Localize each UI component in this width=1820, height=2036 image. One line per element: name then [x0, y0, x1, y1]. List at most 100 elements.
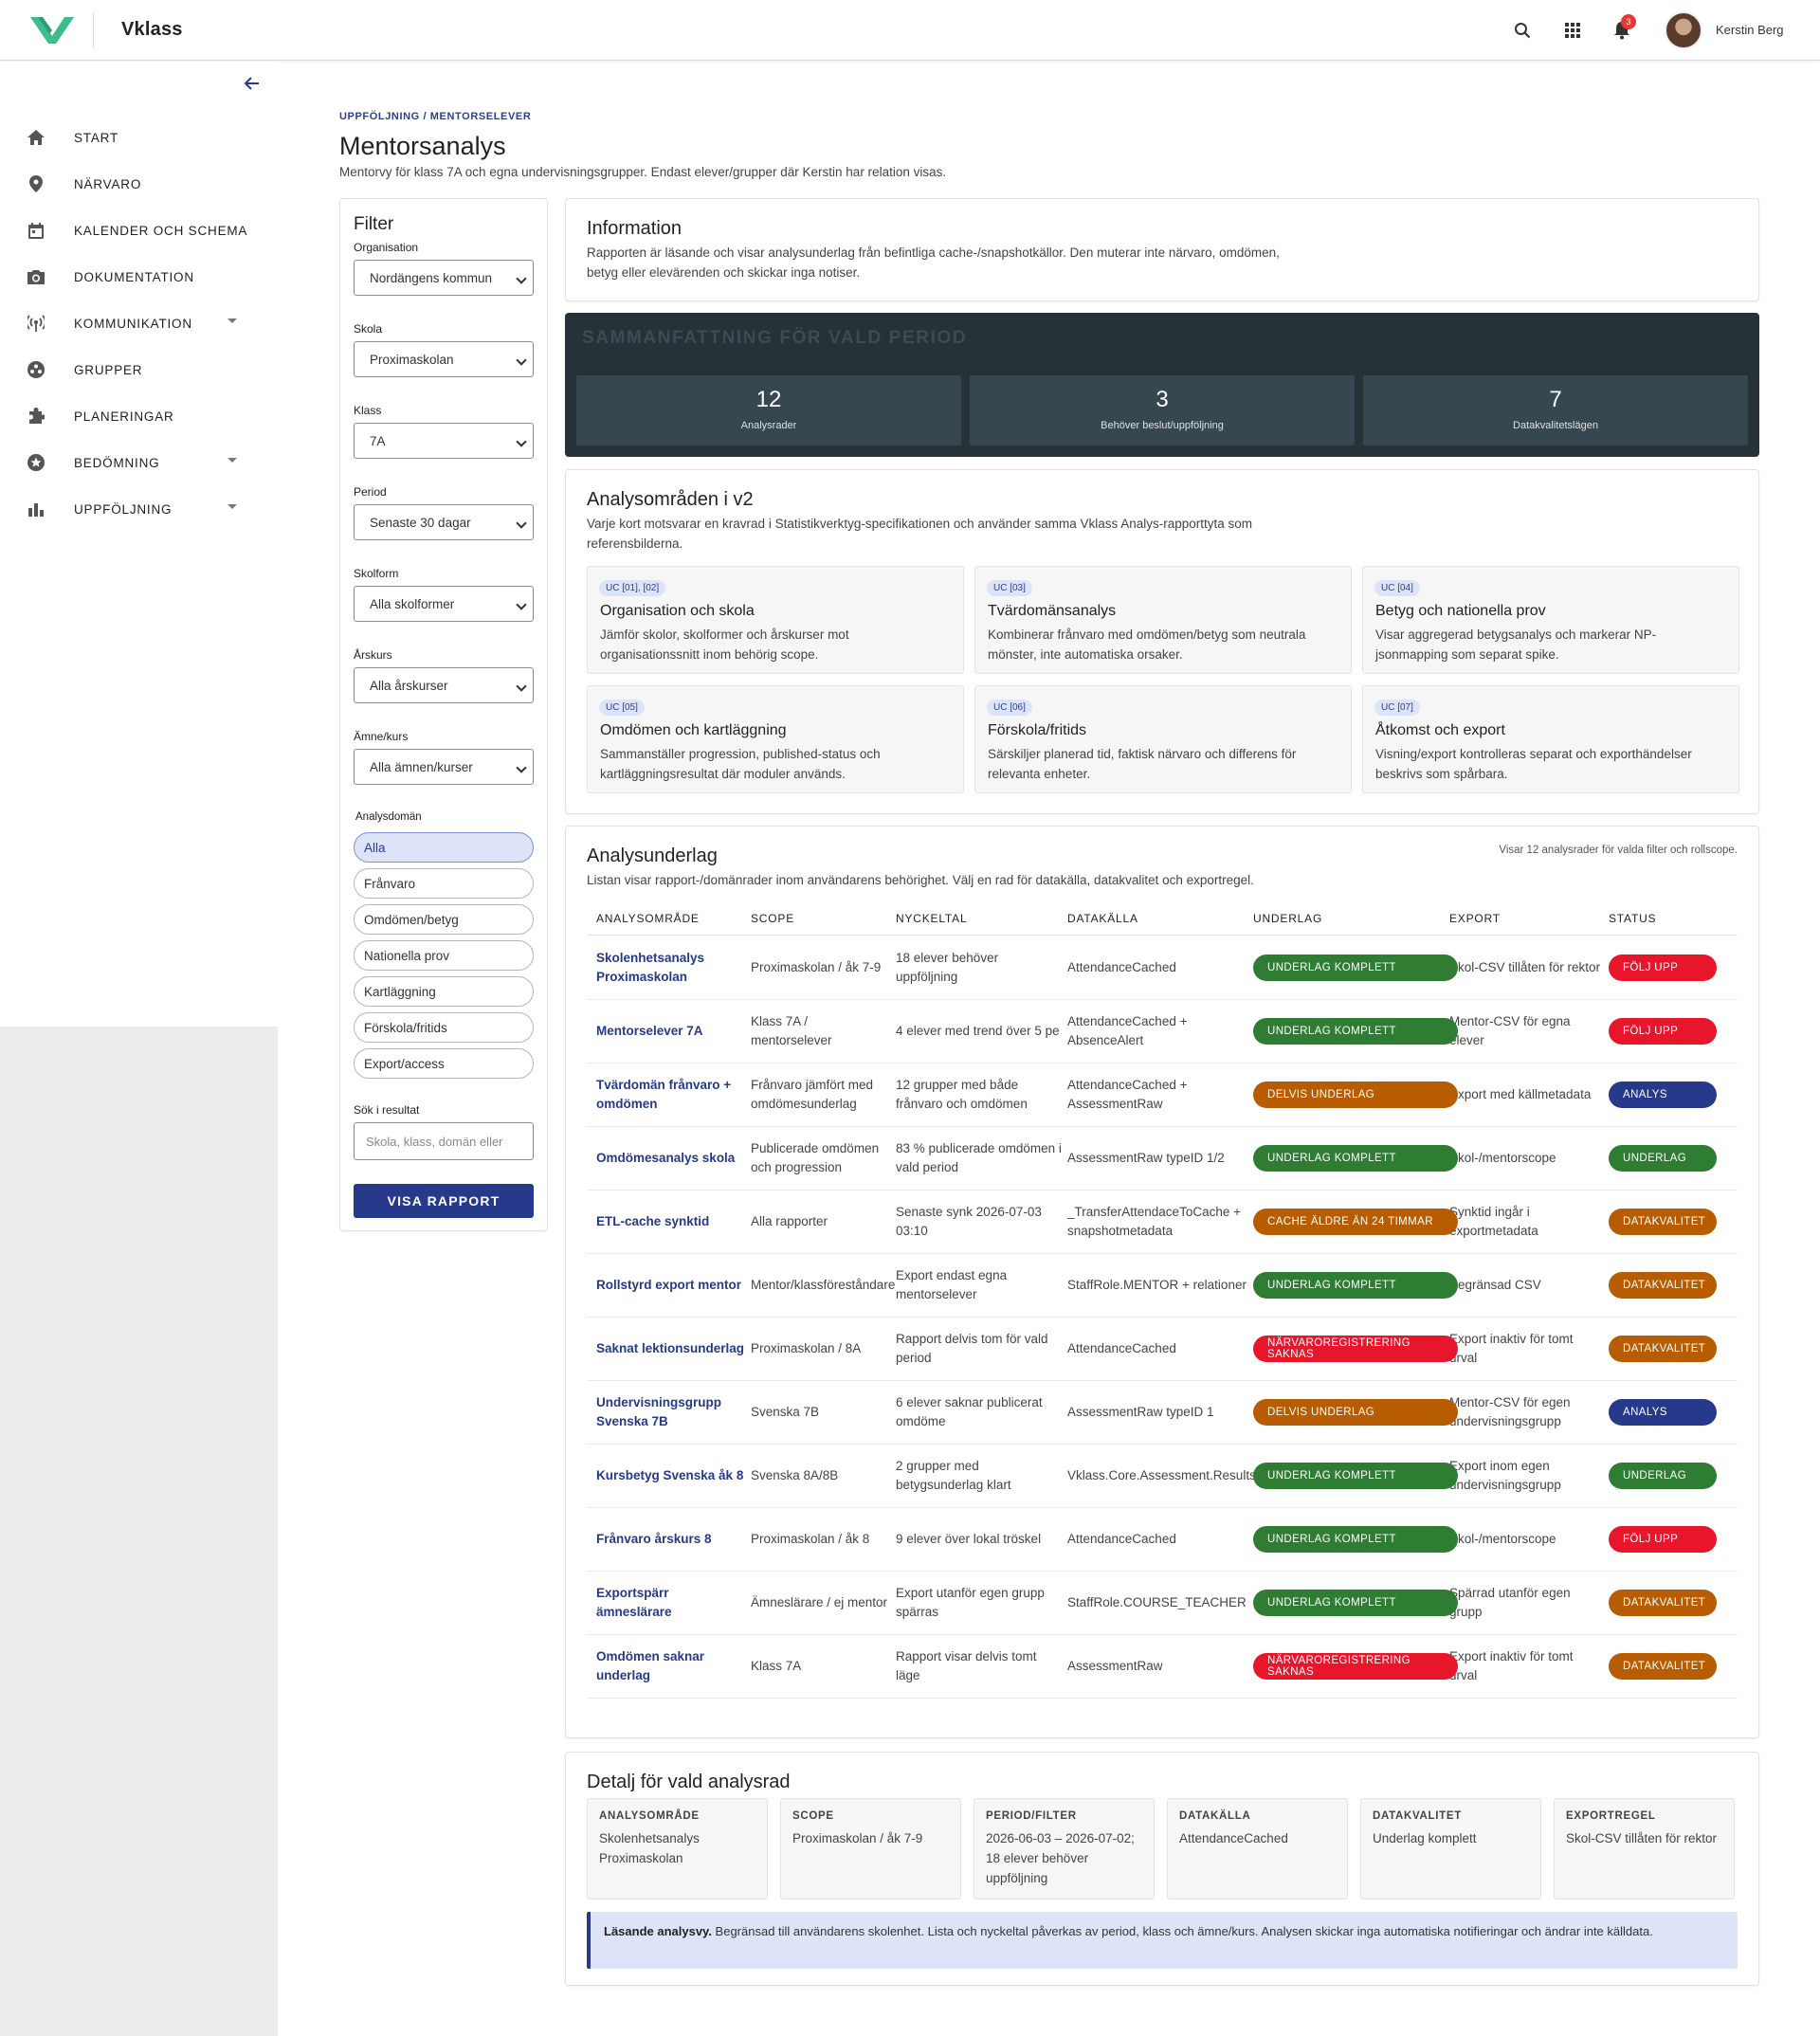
uc-description: Jämför skolor, skolformer och årskurser … [600, 627, 849, 662]
sidebar-item-kommunikation[interactable]: KOMMUNIKATION [0, 304, 278, 342]
domain-chip-franvaro[interactable]: Frånvaro [354, 868, 534, 899]
uc-card-omdomen[interactable]: UC [05] Omdömen och kartläggning Sammans… [587, 685, 964, 793]
chevron-down-icon[interactable] [228, 504, 237, 509]
vklass-logo-icon[interactable] [30, 15, 74, 44]
cell-analysomrade[interactable]: Saknat lektionsunderlag [596, 1339, 746, 1358]
apps-grid-icon[interactable] [1559, 17, 1586, 44]
cell-scope: Proximaskolan / åk 8 [751, 1532, 870, 1546]
organisation-select[interactable]: Nordängens kommun [354, 260, 534, 296]
underlag-badge: NÄRVAROREGISTRERING SAKNAS [1253, 1336, 1458, 1362]
table-row[interactable]: Exportspärr ämneslärare Ämneslärare / ej … [587, 1572, 1738, 1635]
table-row[interactable]: Undervisningsgrupp Svenska 7B Svenska 7B 6… [587, 1381, 1738, 1445]
uc-description: Särskiljer planerad tid, faktisk närvaro… [988, 747, 1297, 781]
notification-bell-icon[interactable]: 3 [1609, 14, 1636, 44]
detail-key: DATAKÄLLA [1179, 1810, 1251, 1822]
uc-card-forskola[interactable]: UC [06] Förskola/fritids Särskiljer plan… [974, 685, 1352, 793]
skola-select[interactable]: Proximaskolan [354, 341, 534, 377]
search-input[interactable]: Skola, klass, domän eller [354, 1122, 534, 1160]
cell-analysomrade[interactable]: Omdömesanalys skola [596, 1149, 746, 1168]
sidebar-item-bedomning[interactable]: BEDÖMNING [0, 444, 278, 482]
chevron-down-icon[interactable] [228, 458, 237, 463]
uc-card-tvardomans[interactable]: UC [03] Tvärdomänsanalys Kombinerar från… [974, 566, 1352, 674]
underlag-badge: UNDERLAG KOMPLETT [1253, 1590, 1458, 1616]
cell-nyckeltal: 6 elever saknar publicerat omdöme [896, 1395, 1043, 1428]
cell-analysomrade[interactable]: Rollstyrd export mentor [596, 1276, 746, 1295]
domain-chip-export[interactable]: Export/access [354, 1048, 534, 1079]
column-header[interactable]: ANALYSOMRÅDE [596, 912, 700, 925]
user-name[interactable]: Kerstin Berg [1716, 23, 1784, 37]
domain-chip-kartlaggning[interactable]: Kartläggning [354, 976, 534, 1007]
collapse-sidebar-arrow-icon[interactable] [243, 74, 262, 93]
notice-text: Läsande analysvy. Begränsad till använda… [604, 1921, 1713, 1941]
domain-chip-nationella-prov[interactable]: Nationella prov [354, 940, 534, 971]
kpi-datakvalitet: 7 Datakvalitetslägen [1363, 375, 1748, 445]
table-row[interactable]: Omdömesanalys skola Publicerade omdömen o… [587, 1127, 1738, 1191]
amne-select[interactable]: Alla ämnen/kurser [354, 749, 534, 785]
sidebar-item-narvaro[interactable]: NÄRVARO [0, 165, 278, 203]
table-row[interactable]: Rollstyrd export mentor Mentor/klassföres… [587, 1254, 1738, 1318]
column-header[interactable]: EXPORT [1449, 912, 1501, 925]
skola-label: Skola [354, 322, 383, 336]
arskurs-select[interactable]: Alla årskurser [354, 667, 534, 703]
avatar[interactable] [1665, 11, 1702, 49]
table-row[interactable]: Saknat lektionsunderlag Proximaskolan / 8… [587, 1318, 1738, 1381]
cell-export: Spärrad utanför egen grupp [1449, 1586, 1571, 1619]
column-header[interactable]: DATAKÄLLA [1067, 912, 1138, 925]
sidebar-item-uppfoljning[interactable]: UPPFÖLJNING [0, 490, 278, 528]
breadcrumb[interactable]: UPPFÖLJNING / MENTORSELEVER [339, 111, 531, 122]
table-row[interactable]: Skolenhetsanalys Proximaskolan Proximasko… [587, 936, 1738, 1000]
camera-icon [27, 267, 46, 286]
cell-analysomrade[interactable]: Skolenhetsanalys Proximaskolan [596, 949, 746, 987]
cell-analysomrade[interactable]: Mentorselever 7A [596, 1022, 746, 1041]
cell-analysomrade[interactable]: Kursbetyg Svenska åk 8 [596, 1466, 746, 1485]
period-select[interactable]: Senaste 30 dagar [354, 504, 534, 540]
table-row[interactable]: Omdömen saknar underlag Klass 7A Rapport v… [587, 1635, 1738, 1699]
uc-title: Organisation och skola [600, 603, 755, 619]
cell-analysomrade[interactable]: Omdömen saknar underlag [596, 1647, 746, 1685]
domain-chip-forskola[interactable]: Förskola/fritids [354, 1012, 534, 1043]
column-header[interactable]: NYCKELTAL [896, 912, 967, 925]
cell-analysomrade[interactable]: Tvärdomän frånvaro + omdömen [596, 1076, 746, 1114]
cell-export: Skol-/mentorscope [1449, 1151, 1556, 1165]
uc-card-betyg[interactable]: UC [04] Betyg och nationella prov Visar … [1362, 566, 1739, 674]
sidebar-item-kalender[interactable]: KALENDER OCH SCHEMA [0, 211, 278, 249]
sidebar-item-planeringar[interactable]: PLANERINGAR [0, 397, 278, 435]
skolform-select[interactable]: Alla skolformer [354, 586, 534, 622]
organisation-label: Organisation [354, 241, 419, 254]
cell-export: Mentor-CSV för egen undervisningsgrupp [1449, 1395, 1571, 1428]
uc-title: Tvärdomänsanalys [988, 603, 1117, 619]
chevron-down-icon[interactable] [228, 318, 237, 323]
sidebar-item-dokumentation[interactable]: DOKUMENTATION [0, 258, 278, 296]
kpi-value: 3 [1156, 387, 1169, 412]
uc-card-export[interactable]: UC [07] Åtkomst och export Visning/expor… [1362, 685, 1739, 793]
column-header[interactable]: SCOPE [751, 912, 794, 925]
search-icon[interactable] [1509, 17, 1536, 44]
domain-chip-omdomen[interactable]: Omdömen/betyg [354, 904, 534, 935]
cell-analysomrade[interactable]: Frånvaro årskurs 8 [596, 1530, 746, 1549]
sidebar-item-start[interactable]: START [0, 118, 278, 156]
table-row[interactable]: Kursbetyg Svenska åk 8 Svenska 8A/8B 2 gru… [587, 1445, 1738, 1508]
cell-analysomrade[interactable]: ETL-cache synktid [596, 1212, 746, 1231]
table-row[interactable]: Tvärdomän frånvaro + omdömen Frånvaro jäm… [587, 1063, 1738, 1127]
readonly-notice: Läsande analysvy. Begränsad till använda… [587, 1912, 1738, 1969]
table-row[interactable]: Frånvaro årskurs 8 Proximaskolan / åk 8 9 … [587, 1508, 1738, 1572]
cell-scope: Ämneslärare / ej mentor [751, 1595, 888, 1609]
sidebar: START NÄRVARO KALENDER OCH SCHEMA DOKUME… [0, 62, 278, 1027]
table-row[interactable]: Mentorselever 7A Klass 7A / mentorselever… [587, 1000, 1738, 1063]
uc-card-organisation[interactable]: UC [01], [02] Organisation och skola Jäm… [587, 566, 964, 674]
visa-rapport-button[interactable]: VISA RAPPORT [354, 1184, 534, 1218]
cell-analysomrade[interactable]: Exportspärr ämneslärare [596, 1584, 746, 1622]
detail-key: EXPORTREGEL [1566, 1810, 1656, 1822]
column-header[interactable]: UNDERLAG [1253, 912, 1322, 925]
areas-title: Analysområden i v2 [587, 489, 754, 510]
klass-select[interactable]: 7A [354, 423, 534, 459]
table-row[interactable]: ETL-cache synktid Alla rapporter Senaste s… [587, 1191, 1738, 1254]
column-header[interactable]: STATUS [1609, 912, 1656, 925]
detail-key: PERIOD/FILTER [986, 1810, 1077, 1822]
cell-scope: Svenska 8A/8B [751, 1468, 839, 1482]
domain-chip-alla[interactable]: Alla [354, 832, 534, 863]
app-name[interactable]: Vklass [121, 19, 183, 41]
uc-tag: UC [01], [02] [599, 580, 666, 596]
cell-analysomrade[interactable]: Undervisningsgrupp Svenska 7B [596, 1393, 746, 1431]
sidebar-item-grupper[interactable]: GRUPPER [0, 351, 278, 389]
